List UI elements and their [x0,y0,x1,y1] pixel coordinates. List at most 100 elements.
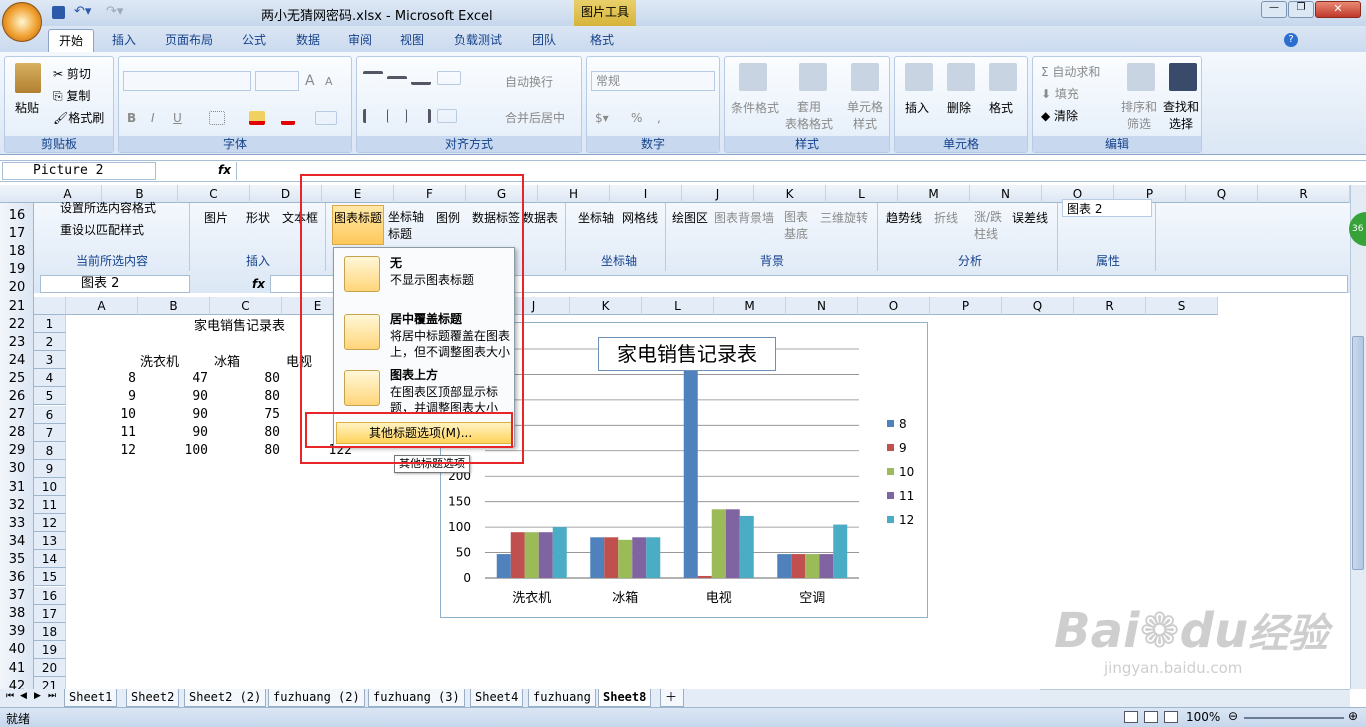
minimize-button[interactable]: — [1261,1,1287,18]
row-header[interactable]: 29 [0,443,34,458]
zoom-out-button[interactable]: ⊖ [1228,709,1238,723]
tab-insert[interactable]: 插入 [102,29,146,52]
inner-row-header[interactable]: 7 [34,423,66,442]
table-cell[interactable]: 80 [264,425,280,440]
close-button[interactable]: ✕ [1315,1,1361,18]
table-cell[interactable]: 11 [120,425,136,440]
sheet-tab[interactable]: Sheet1 [64,689,118,707]
column-header[interactable]: J [682,185,754,203]
sheet-tab[interactable]: fuzhuang (2) [268,689,365,707]
table-cell[interactable]: 80 [264,443,280,458]
table-cell[interactable]: 9 [128,389,136,404]
inner-column-header[interactable]: R [1074,297,1146,315]
column-header[interactable]: Q [1186,185,1258,203]
autosum-button[interactable]: Σ 自动求和 [1041,63,1100,80]
sheet-tab[interactable]: Sheet2 (2) [184,689,267,707]
inner-row-header[interactable]: 8 [34,441,66,460]
chart-title[interactable]: 家电销售记录表 [598,337,776,371]
row-header[interactable]: 40 [0,642,34,657]
inner-column-header[interactable]: K [570,297,642,315]
tab-format[interactable]: 格式 [578,29,626,52]
sheet-title-cell[interactable]: 家电销售记录表 [194,315,285,334]
tab-review[interactable]: 审阅 [338,29,382,52]
row-header[interactable]: 35 [0,552,34,567]
row-header[interactable]: 30 [0,461,34,476]
tab-load-test[interactable]: 负载测试 [446,29,510,52]
lines-button[interactable]: 折线 [934,209,958,226]
header-cell[interactable]: 洗衣机 [140,351,179,370]
table-cell[interactable]: 10 [120,407,136,422]
table-cell[interactable]: 80 [264,371,280,386]
zoom-level[interactable]: 100% [1186,710,1220,724]
inner-name-box[interactable]: 图表 2 [40,275,190,293]
row-header[interactable]: 28 [0,425,34,440]
column-header[interactable]: L [826,185,898,203]
font-size-select[interactable] [255,71,299,91]
column-header[interactable]: N [970,185,1042,203]
inner-row-header[interactable]: 19 [34,640,66,659]
align-bottom-icon[interactable] [411,71,431,85]
align-left-icon[interactable] [363,109,383,123]
header-cell[interactable]: 冰箱 [214,351,240,370]
bold-button[interactable]: B [127,111,136,125]
sheet-tab[interactable]: fuzhuang [528,689,596,707]
inner-row-header[interactable]: 14 [34,550,66,569]
sort-filter-button[interactable]: 排序和 筛选 [1121,99,1157,133]
sheet-tab[interactable]: Sheet4 [470,689,524,707]
table-cell[interactable]: 90 [192,389,208,404]
table-cell[interactable]: 47 [192,371,208,386]
row-header[interactable]: 24 [0,353,34,368]
copy-button[interactable]: ⎘ 复制 [53,87,90,104]
table-cell[interactable]: 90 [192,407,208,422]
sheet-tab[interactable]: Sheet2 [126,689,180,707]
horizontal-scrollbar[interactable] [1040,689,1350,707]
row-header[interactable]: 25 [0,371,34,386]
plot-area-button[interactable]: 绘图区 [672,209,708,226]
tab-page-layout[interactable]: 页面布局 [158,29,220,52]
row-header[interactable]: 38 [0,606,34,621]
row-header[interactable]: 19 [0,262,34,277]
inner-row-header[interactable]: 9 [34,459,66,478]
cut-button[interactable]: ✂ 剪切 [53,65,91,82]
row-header[interactable]: 41 [0,661,34,676]
inner-column-header[interactable]: C [210,297,282,315]
align-middle-icon[interactable] [387,76,407,90]
inner-row-header[interactable]: 13 [34,532,66,551]
reset-style-button[interactable]: 重设以匹配样式 [60,221,144,238]
phonetic-icon[interactable] [315,111,337,125]
chart-floor-button[interactable]: 图表 基底 [784,209,808,243]
first-sheet-button[interactable]: ⏮ [6,691,14,701]
insert-shape-button[interactable]: 形状 [246,209,270,226]
row-header[interactable]: 39 [0,624,34,639]
row-header[interactable]: 34 [0,534,34,549]
grow-font-button[interactable]: A [305,73,315,89]
restore-button[interactable]: ❐ [1288,1,1314,18]
font-name-select[interactable] [123,71,251,91]
help-icon[interactable]: ? [1284,33,1298,47]
inner-column-header[interactable]: S [1146,297,1218,315]
axes-button[interactable]: 坐标轴 [578,209,614,226]
row-header[interactable]: 23 [0,335,34,350]
updown-bars-button[interactable]: 涨/跌 柱线 [974,209,1002,243]
format-as-table-button[interactable]: 套用 表格格式 [785,99,833,133]
row-header[interactable]: 31 [0,480,34,495]
prev-sheet-button[interactable]: ◀ [20,691,27,701]
fill-color-icon[interactable] [249,111,265,125]
row-header[interactable]: 37 [0,588,34,603]
wrap-text-button[interactable]: 自动换行 [505,73,553,90]
office-button[interactable] [2,2,42,42]
inner-column-header[interactable]: B [138,297,210,315]
sheet-tab[interactable]: fuzhuang (3) [368,689,465,707]
row-header[interactable]: 16 [0,208,34,223]
zoom-in-button[interactable]: ⊕ [1348,709,1358,723]
inner-row-header[interactable]: 1 [34,315,66,333]
inner-column-header[interactable]: M [714,297,786,315]
inner-row-header[interactable]: 4 [34,369,66,388]
table-cell[interactable]: 12 [120,443,136,458]
inner-row-header[interactable]: 5 [34,387,66,406]
column-header[interactable]: M [898,185,970,203]
tab-data[interactable]: 数据 [286,29,330,52]
column-header[interactable]: K [754,185,826,203]
tab-formulas[interactable]: 公式 [232,29,276,52]
fill-button[interactable]: ⬇ 填充 [1041,85,1079,102]
